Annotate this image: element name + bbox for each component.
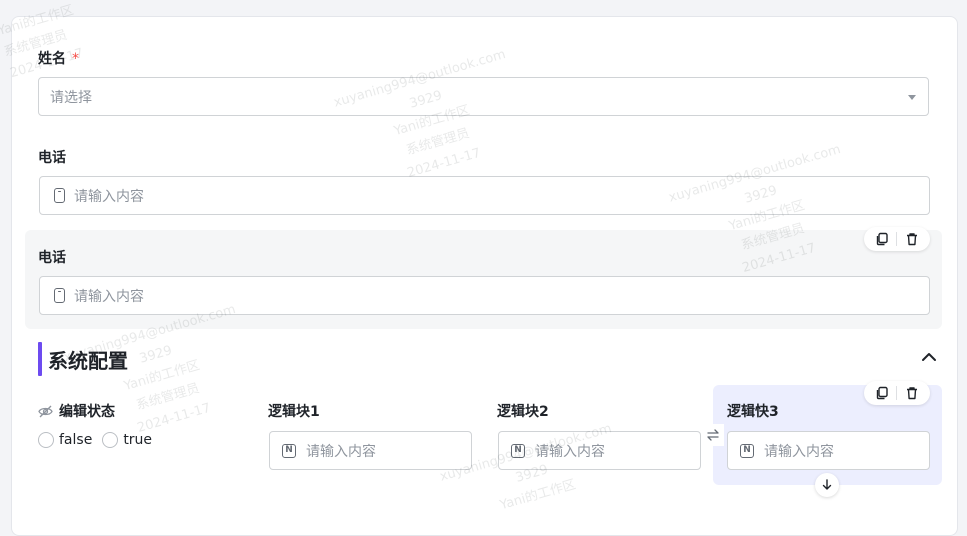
phone-icon [54,188,65,203]
radio-true-label[interactable]: true [123,432,152,448]
phone-label-2: 电话 [38,250,66,266]
number-icon: N [282,443,296,458]
field-toolbar [864,227,930,251]
toolbar-separator [896,386,898,400]
phone-label-1: 电话 [38,150,66,166]
edit-state-label: 编辑状态 [38,401,115,421]
edit-state-radio-group: false true [38,432,162,448]
logic-block-3-label: 逻辑快3 [727,404,779,420]
name-label-text: 姓名 [38,51,66,67]
number-icon: N [740,443,754,458]
caret-down-icon [908,95,916,100]
section-title: 系统配置 [48,349,128,373]
arrow-down-icon[interactable] [815,473,839,497]
chevron-up-icon[interactable] [918,346,940,368]
logic-block-toolbar [864,381,930,405]
copy-icon[interactable] [873,384,891,402]
number-icon: N [511,443,525,458]
logic-block-3-input[interactable]: N 请输入内容 [727,431,930,470]
logic-block-1-input[interactable]: N 请输入内容 [269,431,472,470]
trash-icon[interactable] [903,384,921,402]
phone-input-2[interactable]: 请输入内容 [39,276,930,315]
radio-true[interactable] [102,432,119,448]
radio-false-label[interactable]: false [59,432,92,448]
radio-false[interactable] [38,432,54,448]
toolbar-separator [896,232,898,246]
trash-icon[interactable] [903,230,921,248]
logic-block-1-placeholder: 请输入内容 [306,443,376,460]
phone-icon [54,288,65,303]
phone-input-1[interactable]: 请输入内容 [39,176,930,215]
logic-block-2-label: 逻辑块2 [497,404,549,420]
name-select-placeholder: 请选择 [50,89,92,106]
copy-icon[interactable] [873,230,891,248]
logic-block-2-input[interactable]: N 请输入内容 [498,431,701,470]
eye-off-icon [38,405,53,418]
phone-input-2-placeholder: 请输入内容 [74,288,144,305]
logic-block-1-label: 逻辑块1 [268,404,320,420]
edit-state-label-text: 编辑状态 [59,404,115,420]
phone-input-1-placeholder: 请输入内容 [74,188,144,205]
section-accent-bar [38,342,42,376]
required-mark: * [72,51,79,67]
logic-block-3-placeholder: 请输入内容 [764,443,834,460]
logic-block-2-placeholder: 请输入内容 [535,443,605,460]
name-select[interactable]: 请选择 [38,77,929,116]
name-label: 姓名 * [38,48,79,68]
swap-horizontal-icon[interactable] [702,424,724,446]
